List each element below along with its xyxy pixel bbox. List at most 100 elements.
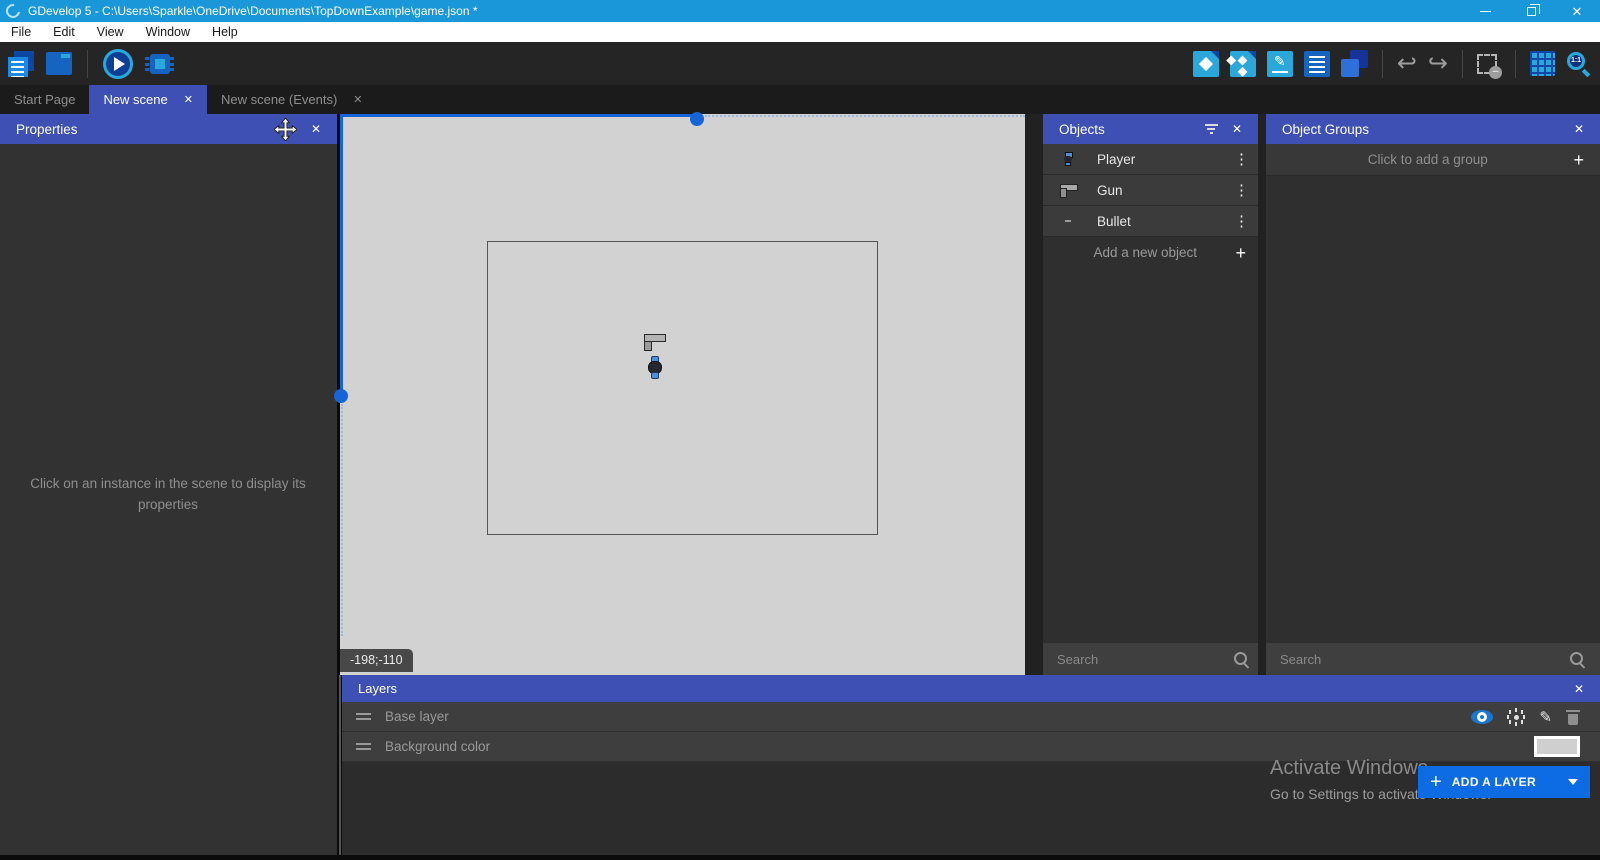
project-manager-icon[interactable] — [8, 51, 34, 77]
toolbar-divider — [1515, 50, 1516, 78]
panel-splitter[interactable] — [1025, 114, 1043, 675]
background-color-swatch[interactable] — [1534, 736, 1580, 757]
delete-layer-icon[interactable] — [1566, 708, 1580, 725]
horizontal-scrollbar-thumb[interactable] — [690, 112, 704, 126]
tab-label: New scene — [103, 92, 167, 107]
objects-close-icon[interactable]: ✕ — [1232, 122, 1242, 136]
add-layer-button[interactable]: + ADD A LAYER — [1418, 766, 1590, 798]
scene-window-bounds — [487, 241, 878, 535]
start-page-icon[interactable] — [46, 52, 72, 75]
object-menu-icon[interactable]: ⋮ — [1234, 181, 1246, 199]
undo-icon[interactable]: ↩ — [1397, 52, 1417, 76]
menu-file[interactable]: File — [0, 22, 42, 42]
tabbar: Start Page New scene ✕ New scene (Events)… — [0, 85, 1600, 114]
open-objects-panel-icon[interactable] — [1193, 51, 1219, 77]
search-icon — [1569, 651, 1586, 668]
preview-play-button[interactable] — [103, 49, 133, 79]
clear-selection-icon[interactable]: – — [1477, 54, 1497, 74]
menu-edit[interactable]: Edit — [42, 22, 86, 42]
player-feet — [651, 372, 659, 379]
toolbar: ✎ ↩ ↪ – 1:1 — [0, 42, 1600, 85]
scene-canvas[interactable]: -198;-110 — [340, 114, 1025, 675]
drag-handle-icon[interactable] — [356, 743, 371, 750]
toolbar-left-group — [8, 49, 175, 79]
layers-close-icon[interactable]: ✕ — [1574, 682, 1584, 696]
add-group-label: Click to add a group — [1282, 152, 1573, 167]
object-menu-icon[interactable]: ⋮ — [1234, 150, 1246, 168]
redo-icon[interactable]: ↪ — [1428, 52, 1448, 76]
object-name: Bullet — [1097, 214, 1234, 229]
add-group-button[interactable]: Click to add a group + — [1266, 144, 1600, 176]
properties-empty-message: Click on an instance in the scene to dis… — [18, 474, 318, 516]
layer-row-base[interactable]: Base layer ✎ — [342, 702, 1600, 732]
zoom-label: 1:1 — [1567, 52, 1585, 70]
properties-panel: Properties ✕ Click on an instance in the… — [0, 114, 337, 855]
plus-icon: + — [1235, 244, 1246, 262]
tab-close-icon[interactable]: ✕ — [184, 93, 193, 106]
gun-thumbnail — [1057, 184, 1079, 196]
toolbar-right-group: ✎ ↩ ↪ – 1:1 — [1193, 42, 1592, 85]
panel-splitter[interactable] — [1258, 114, 1266, 675]
open-layers-icon[interactable] — [1341, 50, 1368, 77]
toolbar-divider — [1462, 50, 1463, 78]
horizontal-scrollbar-track[interactable] — [340, 114, 692, 117]
object-menu-icon[interactable]: ⋮ — [1234, 212, 1246, 230]
properties-title: Properties — [16, 122, 297, 137]
object-row-bullet[interactable]: Bullet ⋮ — [1043, 206, 1258, 237]
menu-help[interactable]: Help — [201, 22, 249, 42]
player-instance[interactable] — [648, 356, 662, 379]
objects-search-input[interactable] — [1057, 652, 1233, 667]
properties-close-icon[interactable]: ✕ — [311, 122, 321, 136]
menu-view[interactable]: View — [86, 22, 135, 42]
tab-start-page[interactable]: Start Page — [0, 85, 89, 114]
object-name: Gun — [1097, 183, 1234, 198]
toolbar-divider — [1382, 50, 1383, 78]
open-properties-icon[interactable]: ✎ — [1267, 51, 1293, 77]
cubes-icon — [1238, 56, 1248, 66]
zoom-1-1-icon[interactable]: 1:1 — [1566, 51, 1592, 77]
open-object-groups-icon[interactable] — [1230, 51, 1256, 77]
gun-grip — [644, 341, 652, 351]
object-groups-close-icon[interactable]: ✕ — [1574, 122, 1584, 136]
panel-divider — [339, 675, 341, 855]
gun-instance[interactable] — [644, 334, 666, 351]
object-groups-header: Object Groups ✕ — [1266, 114, 1600, 144]
minimize-button[interactable] — [1462, 0, 1508, 22]
debug-icon[interactable] — [150, 54, 170, 74]
object-groups-panel: Object Groups ✕ Click to add a group + — [1266, 114, 1600, 675]
vertical-scrollbar-track[interactable] — [340, 114, 343, 391]
object-row-player[interactable]: Player ⋮ — [1043, 144, 1258, 175]
chevron-down-icon[interactable] — [1568, 779, 1578, 785]
vertical-scrollbar-thumb[interactable] — [334, 389, 348, 403]
menu-window[interactable]: Window — [135, 22, 201, 42]
object-row-gun[interactable]: Gun ⋮ — [1043, 175, 1258, 206]
add-new-object-button[interactable]: Add a new object + — [1043, 237, 1258, 268]
vertical-scrollbar-track-dotted[interactable] — [341, 404, 343, 636]
plus-icon: + — [1430, 772, 1442, 792]
pencil-underline — [1272, 71, 1288, 73]
grid-icon[interactable] — [1530, 51, 1555, 76]
restore-icon — [1527, 7, 1536, 16]
bullet-thumbnail — [1057, 220, 1079, 222]
close-button[interactable]: ✕ — [1554, 0, 1600, 22]
drag-handle-icon[interactable] — [356, 713, 371, 720]
restore-button[interactable] — [1508, 0, 1554, 22]
horizontal-scrollbar-track-dotted[interactable] — [705, 115, 1025, 117]
window-controls: ✕ — [1462, 0, 1600, 22]
tab-new-scene[interactable]: New scene ✕ — [89, 85, 207, 114]
add-layer-label: ADD A LAYER — [1452, 775, 1560, 789]
edit-layer-icon[interactable]: ✎ — [1539, 708, 1552, 726]
layer-actions: ✎ — [1471, 708, 1586, 726]
minimize-icon — [1480, 11, 1491, 12]
object-groups-title: Object Groups — [1282, 122, 1560, 137]
minus-icon: – — [1489, 66, 1502, 79]
cube-icon — [1199, 56, 1213, 70]
tab-new-scene-events[interactable]: New scene (Events) ✕ — [207, 85, 377, 114]
filter-icon[interactable] — [1205, 124, 1218, 134]
instances-list-icon[interactable] — [1304, 51, 1330, 77]
visibility-eye-icon[interactable] — [1471, 710, 1493, 724]
effects-icon[interactable] — [1507, 708, 1525, 726]
tab-close-icon[interactable]: ✕ — [353, 93, 362, 106]
object-groups-search-input[interactable] — [1280, 652, 1569, 667]
tab-label: New scene (Events) — [221, 92, 337, 107]
